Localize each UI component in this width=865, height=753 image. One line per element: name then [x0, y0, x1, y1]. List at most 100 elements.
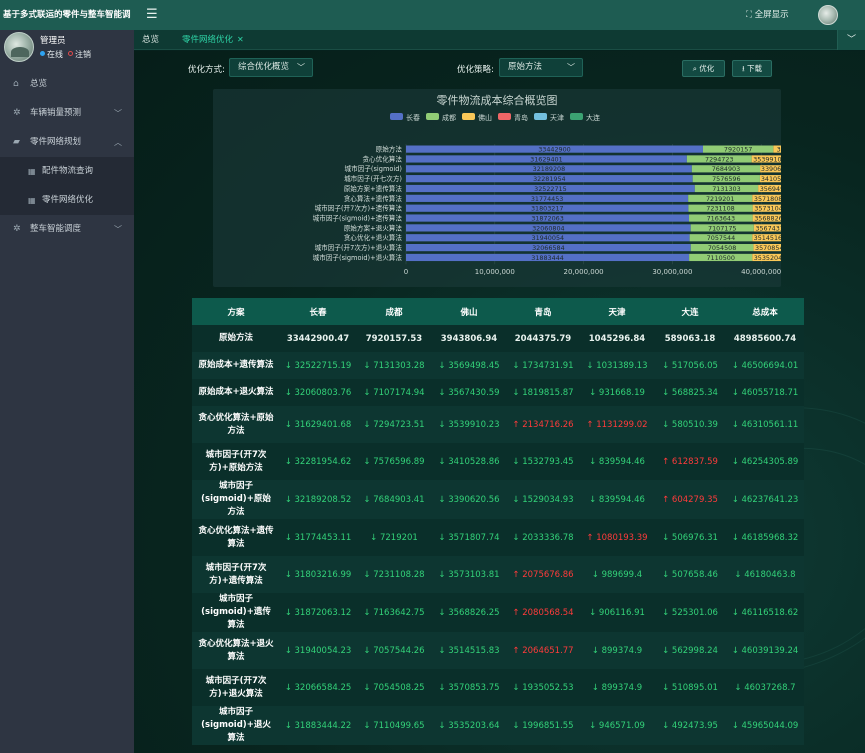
- bar-data-label: 32522715: [534, 185, 567, 193]
- bar-data-label: 7163643: [707, 214, 735, 222]
- mode-select[interactable]: 综合优化概览 ﹀: [229, 58, 313, 77]
- sidebar-item-vehicle-dispatch[interactable]: ✲ 整车智能调度 ﹀: [0, 215, 134, 244]
- table-cell: ↓ 7576596.89: [356, 443, 432, 480]
- y-category-label: 城市因子(开7次方)+遗传算法: [315, 204, 403, 213]
- table-header-cell: 大连: [654, 298, 726, 325]
- table-cell: ↓ 525301.06: [654, 593, 726, 632]
- user-status: 在线 注销: [40, 49, 91, 60]
- table-cell: ↓ 931668.19: [580, 379, 654, 406]
- table-row: 城市因子(sigmoid)+原始方法 ↓ 32189208.52 ↓ 7684903…: [192, 480, 804, 519]
- bar-data-label: 31940054: [532, 234, 565, 242]
- table-cell: ↓ 7110499.65: [356, 706, 432, 745]
- table-cell: ↓ 7107174.94: [356, 379, 432, 406]
- table-row: 城市因子(开7次方)+遗传算法 ↓ 31803216.99 ↓ 7231108.28…: [192, 556, 804, 593]
- x-tick-label: 30,000,000: [652, 268, 692, 276]
- bar-data-label: 3514516: [754, 234, 781, 242]
- bar-data-label: 3568826: [754, 214, 781, 222]
- table-cell: ↓ 7131303.28: [356, 352, 432, 379]
- table-cell: ↓ 32060803.76: [280, 379, 356, 406]
- chart-title: 零件物流成本综合概览图: [437, 93, 558, 107]
- table-cell: ↓ 7684903.41: [356, 480, 432, 519]
- y-category-label: 贪心优化算法: [362, 154, 402, 163]
- table-cell: 3943806.94: [432, 325, 506, 352]
- legend-label: 成都: [442, 113, 456, 122]
- tab-overview[interactable]: 总览: [142, 30, 159, 50]
- gear-icon: ✲: [13, 108, 21, 118]
- chevron-down-icon: ﹀: [114, 225, 122, 234]
- y-category-label: 城市因子(sigmoid): [345, 164, 402, 173]
- table-cell: ↑ 2134716.26: [506, 406, 580, 443]
- bar-data-label: 7920157: [724, 146, 752, 154]
- logout-link[interactable]: 注销: [75, 50, 91, 59]
- table-header-cell: 佛山: [432, 298, 506, 325]
- row-scheme-name: 原始方法: [192, 325, 280, 352]
- table-cell: ↓ 1734731.91: [506, 352, 580, 379]
- table-cell: 2044375.79: [506, 325, 580, 352]
- sidebar-item-parts-network[interactable]: ▰ 零件网络规划 ︿: [0, 128, 134, 157]
- top-avatar[interactable]: [818, 5, 838, 25]
- table-cell: ↑ 2080568.54: [506, 593, 580, 632]
- table-cell: ↓ 31883444.22: [280, 706, 356, 745]
- table-cell: ↓ 3390620.56: [432, 480, 506, 519]
- fullscreen-button[interactable]: ⛶ 全屏显示: [746, 8, 789, 20]
- table-row: 原始成本+退火算法 ↓ 32060803.76 ↓ 7107174.94 ↓ 3567…: [192, 379, 804, 406]
- table-cell: 589063.18: [654, 325, 726, 352]
- legend-label: 长春: [406, 113, 420, 122]
- sidebar-item-overview[interactable]: ⌂ 总览: [0, 70, 134, 99]
- row-scheme-name: 城市因子(sigmoid)+原始方法: [192, 480, 280, 519]
- table-header-cell: 方案: [192, 298, 280, 325]
- bar-data-label: 7057544: [707, 234, 735, 242]
- table-row: 城市因子(sigmoid)+退火算法 ↓ 31883444.22 ↓ 7110499…: [192, 706, 804, 745]
- table-cell: ↓ 46506694.01: [726, 352, 804, 379]
- bar-data-label: 3569498: [760, 185, 781, 193]
- chevron-down-icon: ﹀: [114, 109, 122, 118]
- table-cell: ↓ 1031389.13: [580, 352, 654, 379]
- strategy-select[interactable]: 原始方法 ﹀: [499, 58, 583, 77]
- bar-data-label: 31883444: [531, 254, 564, 262]
- table-cell: ↓ 32189208.52: [280, 480, 356, 519]
- optimize-button[interactable]: ⌕ 优化: [682, 60, 725, 77]
- table-cell: ↓ 46254305.89: [726, 443, 804, 480]
- sidebar-item-sales-forecast[interactable]: ✲ 车辆销量预测 ﹀: [0, 99, 134, 128]
- table-row: 原始成本+遗传算法 ↓ 32522715.19 ↓ 7131303.28 ↓ 3569…: [192, 352, 804, 379]
- sidebar-item-logistics-query[interactable]: ▦ 配件物流查询: [0, 157, 134, 186]
- table-cell: 33442900.47: [280, 325, 356, 352]
- cost-chart: 零件物流成本综合概览图长春 成都 佛山 青岛 天津 大连 0 10,000,000 20,000…: [313, 93, 781, 276]
- table-header-cell: 天津: [580, 298, 654, 325]
- table-cell: ↓ 1935052.53: [506, 669, 580, 706]
- table-row: 城市因子(开7次方)+原始方法 ↓ 32281954.62 ↓ 7576596.89…: [192, 443, 804, 480]
- table-row: 贪心优化算法+遗传算法 ↓ 31774453.11 ↓ 7219201 ↓ 35718…: [192, 519, 804, 556]
- bar-data-label: 3573104: [754, 205, 781, 213]
- network-icon: ▦: [28, 196, 36, 205]
- table-cell: ↓ 510895.01: [654, 669, 726, 706]
- table-header-cell: 长春: [280, 298, 356, 325]
- mode-select-value: 综合优化概览: [238, 62, 290, 72]
- menu-toggle-icon[interactable]: ☰: [146, 7, 158, 23]
- sidebar-item-network-optimize[interactable]: ▦ 零件网络优化: [0, 186, 134, 215]
- book-icon: ▰: [13, 137, 20, 147]
- table-cell: ↓ 31803216.99: [280, 556, 356, 593]
- bar-data-label: 3571808: [754, 195, 781, 203]
- table-cell: ↓ 46037268.7: [726, 669, 804, 706]
- bar-data-label: 7576596: [712, 175, 740, 183]
- bar-data-label: 7231108: [706, 205, 734, 213]
- table-cell: ↓ 7231108.28: [356, 556, 432, 593]
- close-icon[interactable]: ✕: [237, 35, 244, 44]
- strategy-label: 优化策略:: [457, 65, 494, 75]
- tab-network-optimize[interactable]: 零件网络优化 ✕: [182, 30, 244, 50]
- table-cell: ↓ 3539910.23: [432, 406, 506, 443]
- table-cell: ↓ 31940054.23: [280, 632, 356, 669]
- table-cell: ↓ 3567430.59: [432, 379, 506, 406]
- cost-table: 方案 长春 成都 佛山 青岛 天津 大连 总成本 原始方法 33442900.47 7920157…: [192, 298, 804, 745]
- legend-label: 青岛: [514, 113, 528, 122]
- table-cell: ↓ 899374.9: [580, 632, 654, 669]
- table-cell: ↓ 46310561.11: [726, 406, 804, 443]
- legend-swatch: [498, 113, 511, 120]
- table-cell: 1045296.84: [580, 325, 654, 352]
- download-button-label: 下载: [747, 64, 762, 73]
- download-button[interactable]: ⭳ 下载: [732, 60, 772, 77]
- table-cell: ↓ 507658.46: [654, 556, 726, 593]
- row-scheme-name: 城市因子(开7次方)+遗传算法: [192, 556, 280, 593]
- table-cell: ↓ 946571.09: [580, 706, 654, 745]
- tab-dropdown-button[interactable]: ﹀: [837, 30, 865, 50]
